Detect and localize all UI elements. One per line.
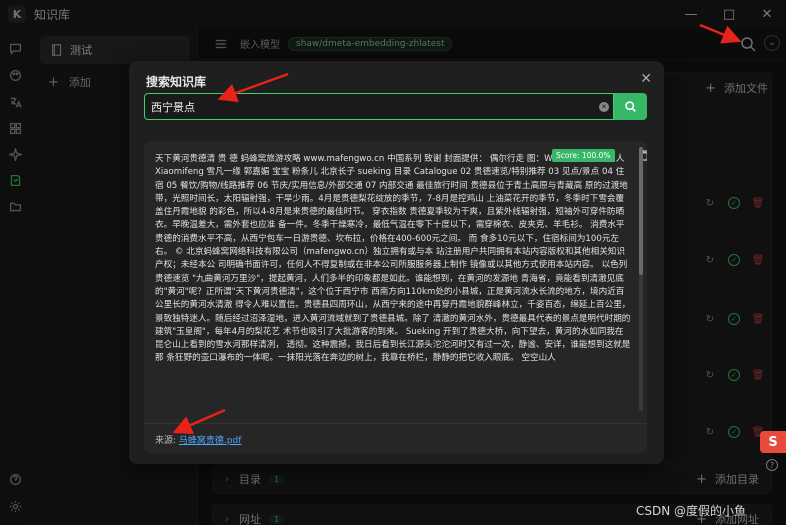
search-button[interactable]: [614, 93, 647, 120]
search-input-value: 西宁景点: [151, 100, 195, 114]
search-input[interactable]: 西宁景点: [144, 93, 614, 120]
clear-input-icon[interactable]: ✕: [599, 102, 609, 112]
scroll-thumb[interactable]: [639, 147, 643, 275]
source-line: 来源: 马蜂窝贵德.pdf: [155, 433, 241, 446]
score-badge: Score: 100.0%: [552, 149, 615, 162]
result-text: 天下黄河贵德清 贵 德 蚂蜂窝旅游攻略 www.mafengwo.cn 中国系列…: [155, 154, 631, 364]
search-kb-modal: 搜索知识库 ✕ 西宁景点 ✕ 天下黄河贵德清 贵 德 蚂蜂窝旅游攻略 www.m…: [129, 61, 664, 464]
divider: [144, 423, 647, 424]
close-icon[interactable]: ✕: [640, 71, 652, 87]
watermark: CSDN @度假的小鱼: [636, 504, 747, 518]
source-file-link[interactable]: 马蜂窝贵德.pdf: [179, 436, 241, 446]
ime-badge[interactable]: S: [760, 431, 786, 453]
modal-title: 搜索知识库: [146, 75, 207, 89]
result-scrollbar[interactable]: [639, 147, 643, 411]
search-result-card: 天下黄河贵德清 贵 德 蚂蜂窝旅游攻略 www.mafengwo.cn 中国系列…: [144, 141, 647, 453]
source-label: 来源:: [155, 436, 177, 446]
search-icon: [625, 101, 636, 112]
question-icon[interactable]: ?: [766, 459, 778, 471]
